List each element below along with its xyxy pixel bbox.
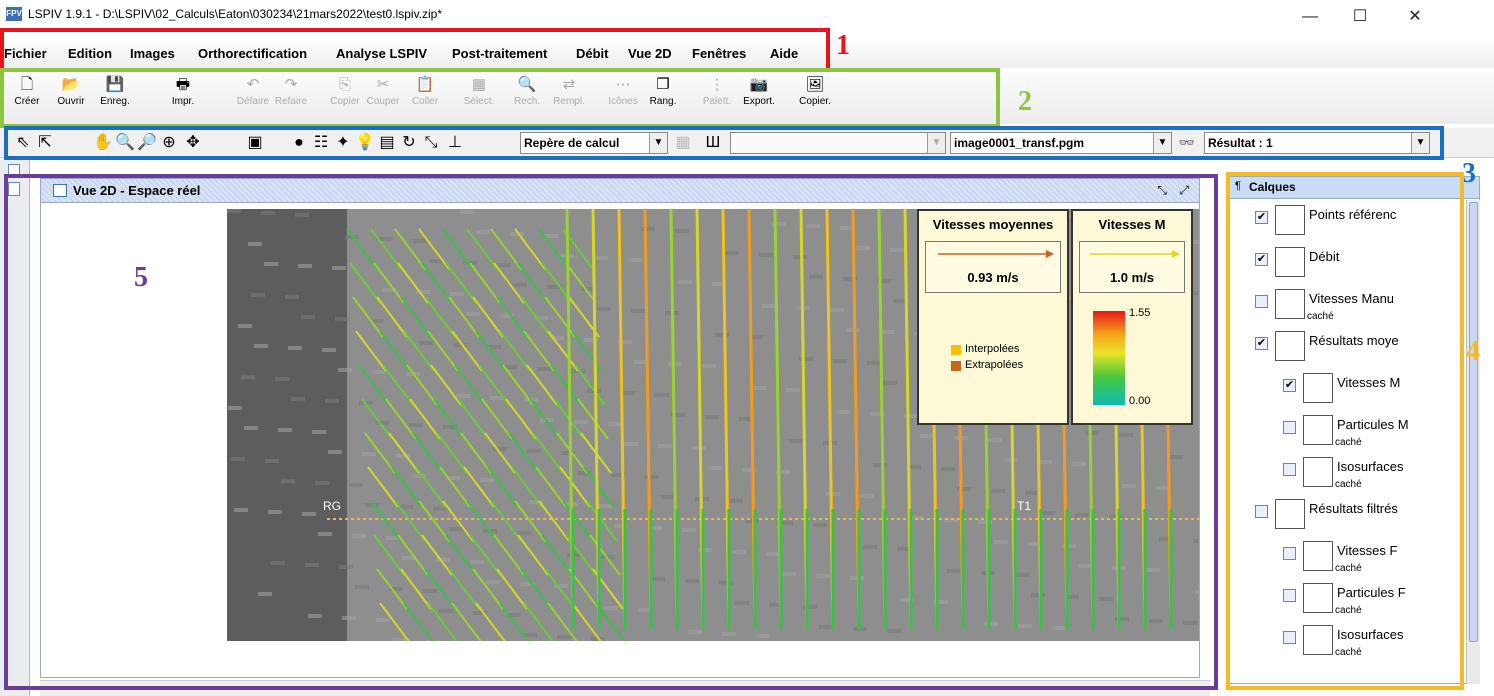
annotation-number-3: 3	[1462, 158, 1476, 189]
annotation-number-5: 5	[134, 262, 148, 293]
annotation-number-4: 4	[1466, 336, 1480, 367]
annotation-number-2: 2	[1018, 86, 1032, 117]
maximize-button[interactable]: ☐	[1345, 6, 1375, 28]
annotation-box-3	[4, 126, 1444, 160]
annotation-box-4	[1226, 172, 1464, 690]
annotation-number-1: 1	[836, 30, 850, 61]
annotation-box-5	[4, 174, 1218, 690]
app-logo: FPV	[6, 7, 22, 21]
annotation-box-2	[0, 68, 1000, 128]
vertical-scrollbar[interactable]	[1466, 200, 1480, 684]
window-title: LSPIV 1.9.1 - D:\LSPIV\02_Calculs\Eaton\…	[28, 7, 443, 21]
minimize-button[interactable]: —	[1295, 6, 1325, 28]
close-button[interactable]: ✕	[1400, 6, 1430, 28]
annotation-box-1	[0, 28, 830, 72]
scroll-thumb[interactable]	[1469, 202, 1478, 642]
